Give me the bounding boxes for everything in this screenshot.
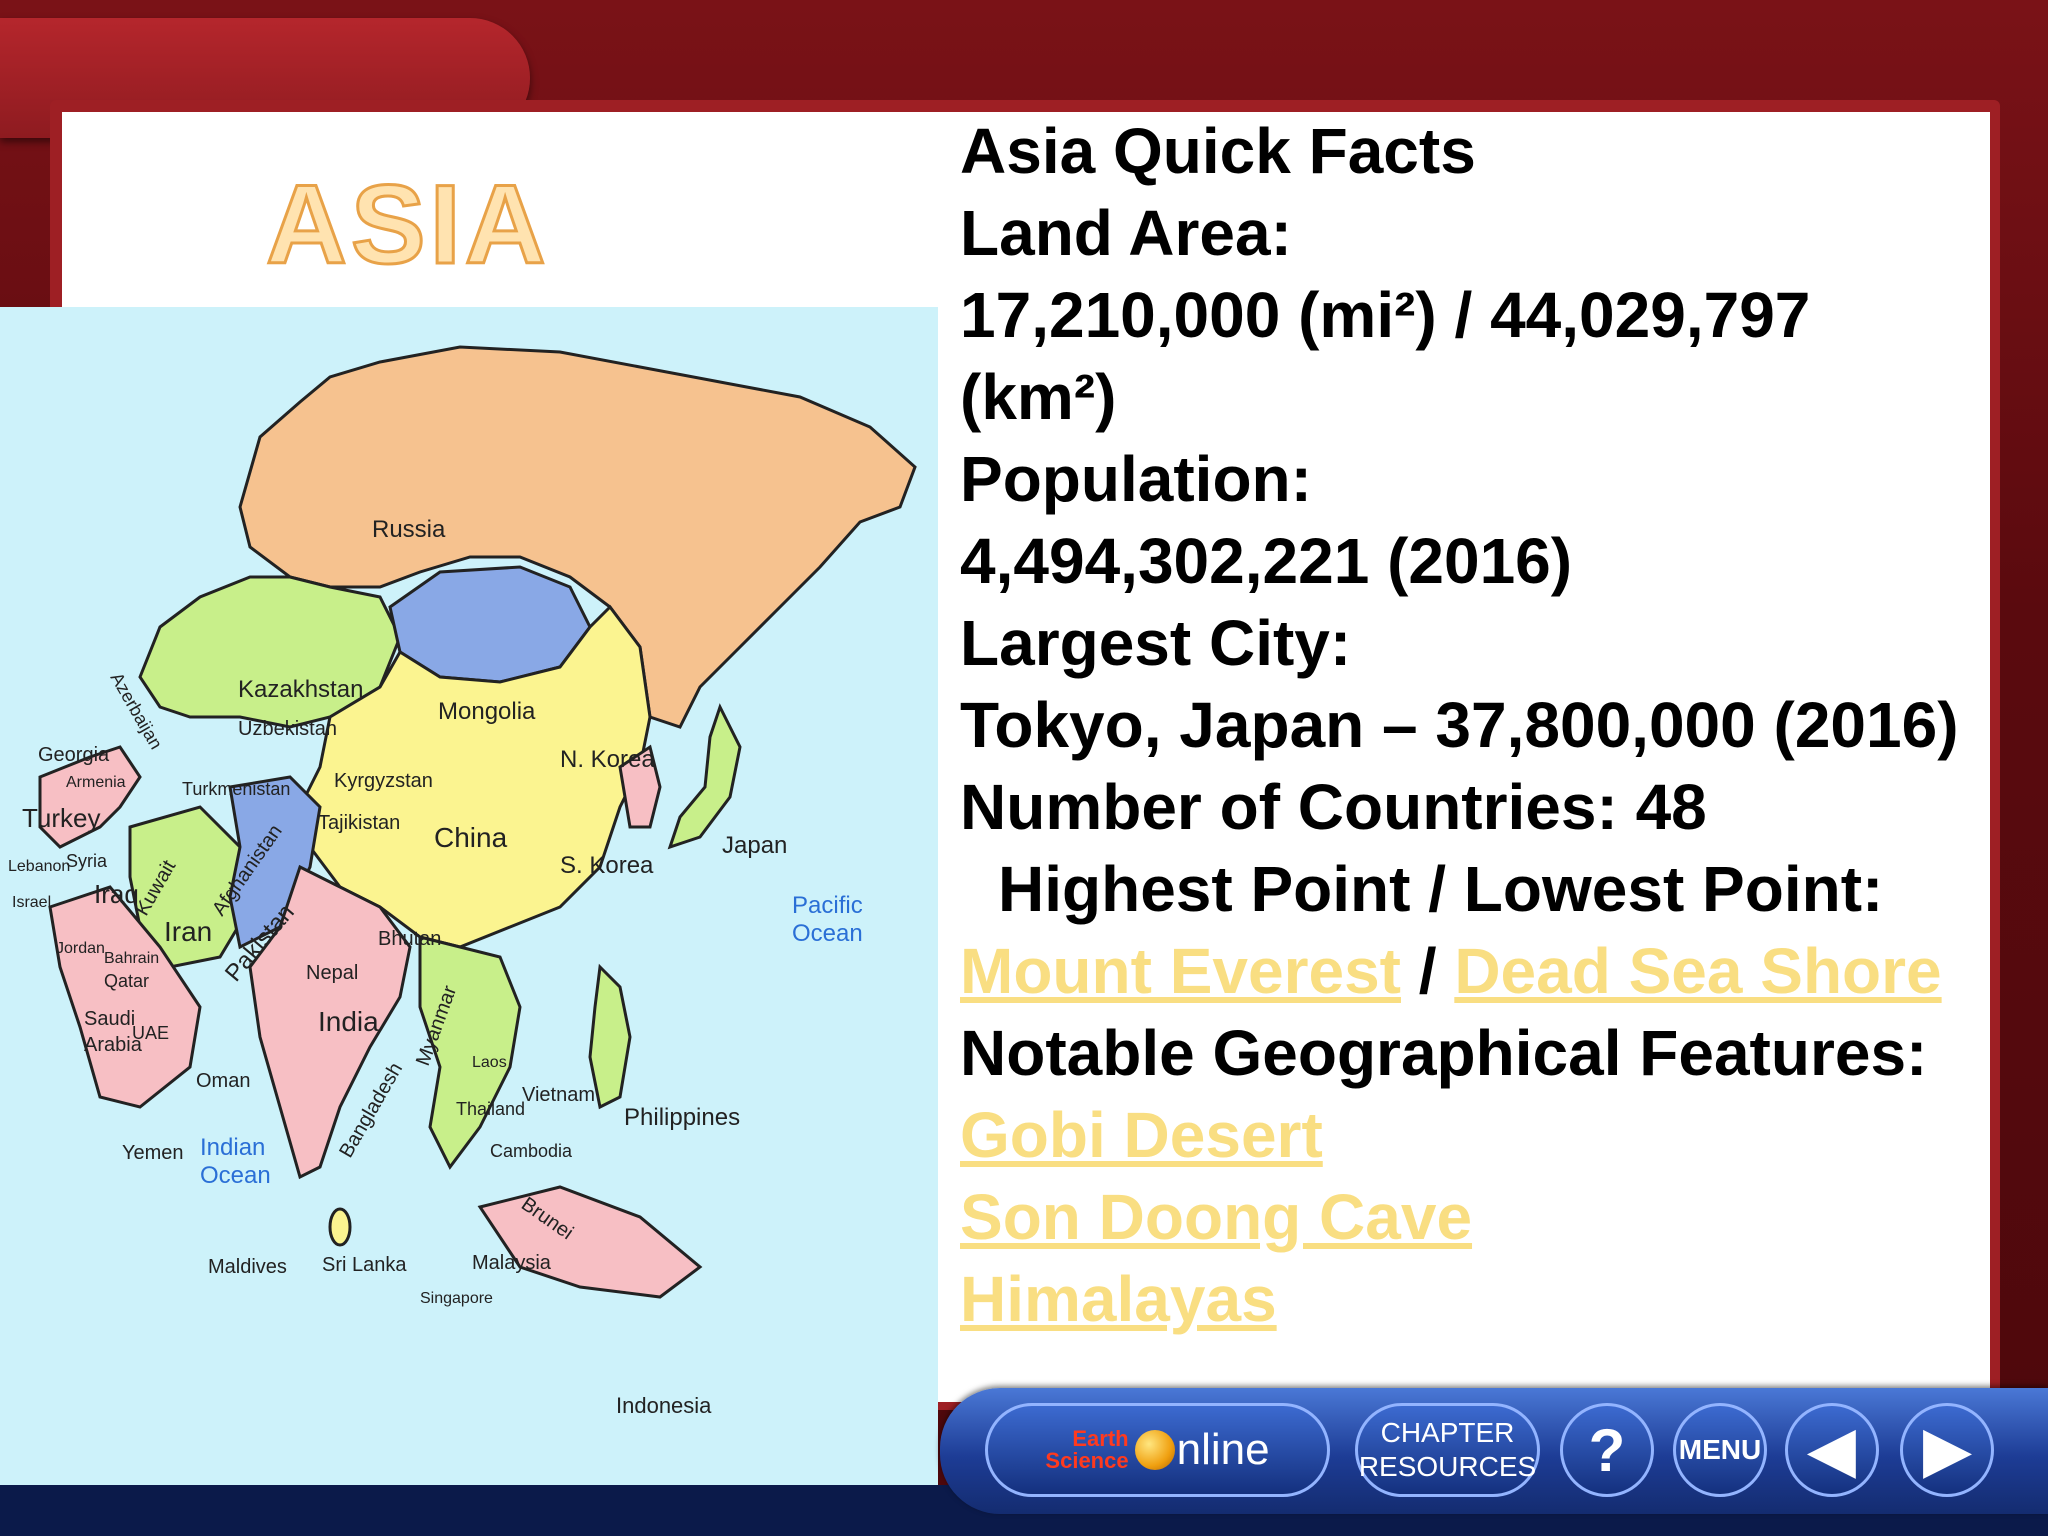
- label-pacific-ocean-2: Ocean: [792, 920, 863, 947]
- feature-link-label[interactable]: Gobi Desert: [960, 1099, 1323, 1171]
- label-pacific-ocean-1: Pacific: [792, 892, 863, 919]
- label-bhutan: Bhutan: [378, 928, 441, 950]
- label-china: China: [434, 822, 508, 853]
- features-label: Notable Geographical Features:: [960, 1017, 1928, 1089]
- label-lebanon: Lebanon: [8, 858, 70, 875]
- asia-map: Russia Kazakhstan Mongolia Uzbekistan Ge…: [0, 307, 938, 1485]
- label-iran: Iran: [164, 916, 212, 947]
- population-label: Population:: [960, 443, 1312, 515]
- label-georgia: Georgia: [38, 744, 110, 766]
- label-yemen: Yemen: [122, 1142, 184, 1164]
- label-qatar: Qatar: [104, 971, 149, 991]
- back-arrow-icon: ◀: [1808, 1416, 1856, 1483]
- facts-heading: Asia Quick Facts: [960, 115, 1476, 187]
- land-area-value-1: 17,210,000 (mi²) / 44,029,797: [960, 279, 1811, 351]
- label-armenia: Armenia: [66, 774, 126, 791]
- high-low-separator: /: [1400, 935, 1455, 1007]
- label-turkey: Turkey: [22, 803, 101, 833]
- land-area-value-2: (km²): [960, 361, 1117, 433]
- label-india: India: [318, 1006, 379, 1037]
- mount-everest-link[interactable]: Mount Everest: [960, 935, 1401, 1007]
- population-value: 4,494,302,221 (2016): [960, 525, 1573, 597]
- label-turkmenistan: Turkmenistan: [182, 779, 290, 799]
- earth-science-online-button[interactable]: Earth Science nline: [985, 1403, 1330, 1497]
- indonesia-shape: [477, 1185, 703, 1299]
- label-iraq: Iraq: [94, 879, 139, 909]
- feature-link-label[interactable]: Himalayas: [960, 1263, 1277, 1335]
- label-russia: Russia: [372, 516, 446, 543]
- gobi-desert-link[interactable]: Gobi Desert: [960, 1094, 2020, 1176]
- help-button[interactable]: ?: [1560, 1403, 1654, 1497]
- largest-city-value: Tokyo, Japan – 37,800,000 (2016): [960, 689, 1959, 761]
- es-online-text: nline: [1176, 1425, 1270, 1474]
- label-kazakhstan: Kazakhstan: [238, 676, 363, 703]
- earth-science-logo: Earth Science: [1045, 1428, 1128, 1472]
- label-malaysia: Malaysia: [472, 1252, 552, 1274]
- es-logo-line-1: Earth: [1072, 1426, 1129, 1451]
- label-japan: Japan: [722, 832, 787, 859]
- label-sri-lanka: Sri Lanka: [322, 1254, 407, 1276]
- label-singapore: Singapore: [420, 1290, 493, 1307]
- label-laos: Laos: [472, 1054, 507, 1071]
- label-indonesia: Indonesia: [616, 1393, 712, 1418]
- label-maldives: Maldives: [208, 1256, 287, 1278]
- chapter-resources-button[interactable]: CHAPTER RESOURCES: [1355, 1403, 1540, 1497]
- question-icon: ?: [1588, 1416, 1626, 1484]
- label-vietnam: Vietnam: [522, 1084, 595, 1106]
- label-indian-ocean-1: Indian: [200, 1134, 265, 1161]
- high-low-links: Mount Everest / Dead Sea Shore: [960, 930, 2020, 1012]
- label-saudi: Saudi: [84, 1008, 135, 1030]
- asia-map-svg: Russia Kazakhstan Mongolia Uzbekistan Ge…: [8, 345, 917, 1418]
- label-nepal: Nepal: [306, 962, 358, 984]
- label-jordan: Jordan: [56, 940, 105, 957]
- himalayas-link[interactable]: Himalayas: [960, 1258, 2020, 1340]
- philippines-shape: [588, 963, 632, 1110]
- sri-lanka-shape: [328, 1207, 352, 1247]
- countries-count: Number of Countries: 48: [960, 771, 1707, 843]
- label-mongolia: Mongolia: [438, 698, 536, 725]
- label-thailand: Thailand: [456, 1099, 525, 1119]
- label-tajikistan: Tajikistan: [318, 812, 400, 834]
- es-logo-line-2: Science: [1045, 1448, 1129, 1473]
- quick-facts: Asia Quick Facts Land Area: 17,210,000 (…: [960, 110, 2020, 1340]
- label-kyrgyzstan: Kyrgyzstan: [334, 770, 433, 792]
- feature-link-label[interactable]: Son Doong Cave: [960, 1181, 1472, 1253]
- land-area-label: Land Area:: [960, 197, 1292, 269]
- forward-arrow-icon: ▶: [1923, 1416, 1971, 1483]
- son-doong-cave-link[interactable]: Son Doong Cave: [960, 1176, 2020, 1258]
- menu-label: MENU: [1678, 1434, 1762, 1465]
- slide-title: ASIA: [265, 161, 550, 289]
- label-s-korea: S. Korea: [560, 852, 654, 879]
- label-syria: Syria: [66, 851, 108, 871]
- chapter-label-2: RESOURCES: [1358, 1451, 1537, 1482]
- label-uae: UAE: [132, 1023, 169, 1043]
- label-cambodia: Cambodia: [490, 1141, 573, 1161]
- label-indian-ocean-2: Ocean: [200, 1162, 271, 1189]
- dead-sea-shore-link[interactable]: Dead Sea Shore: [1454, 935, 1941, 1007]
- label-uzbekistan: Uzbekistan: [238, 718, 337, 740]
- high-low-label: Highest Point / Lowest Point:: [998, 853, 1884, 925]
- label-oman: Oman: [196, 1070, 250, 1092]
- forward-button[interactable]: ▶: [1900, 1403, 1994, 1497]
- chapter-label-1: CHAPTER: [1380, 1417, 1515, 1448]
- back-button[interactable]: ◀: [1785, 1403, 1879, 1497]
- menu-button[interactable]: MENU: [1673, 1403, 1767, 1497]
- globe-icon: [1134, 1430, 1175, 1470]
- label-philippines: Philippines: [624, 1104, 740, 1131]
- largest-city-label: Largest City:: [960, 607, 1352, 679]
- label-israel: Israel: [12, 894, 51, 911]
- label-n-korea: N. Korea: [560, 746, 655, 773]
- label-bahrain: Bahrain: [104, 950, 159, 967]
